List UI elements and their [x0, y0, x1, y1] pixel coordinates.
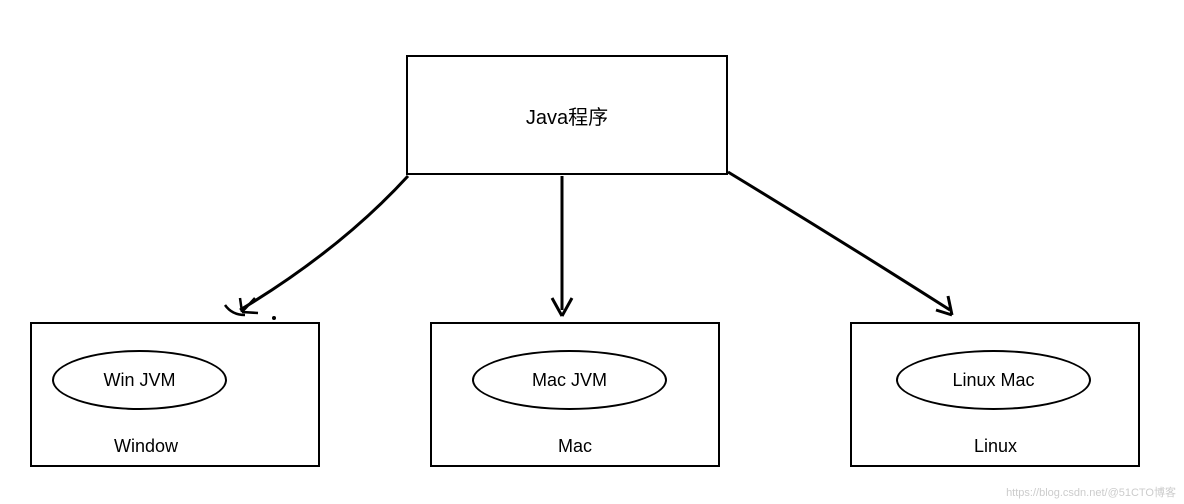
platform-label-linux: Linux	[974, 436, 1017, 457]
top-node: Java程序	[406, 55, 728, 175]
platform-label-win: Window	[114, 436, 178, 457]
jvm-label: Mac JVM	[532, 370, 607, 391]
jvm-ellipse-linux: Linux Mac	[896, 350, 1091, 410]
jvm-ellipse-win: Win JVM	[52, 350, 227, 410]
jvm-ellipse-mac: Mac JVM	[472, 350, 667, 410]
node-window: Win JVM Window	[30, 322, 320, 467]
top-node-label: Java程序	[526, 101, 608, 130]
jvm-label: Win JVM	[104, 370, 176, 391]
stray-dot	[272, 316, 276, 320]
jvm-label: Linux Mac	[952, 370, 1034, 391]
node-linux: Linux Mac Linux	[850, 322, 1140, 467]
watermark: https://blog.csdn.net/@51CTO博客	[1006, 484, 1176, 500]
node-mac: Mac JVM Mac	[430, 322, 720, 467]
platform-label-mac: Mac	[558, 436, 592, 457]
